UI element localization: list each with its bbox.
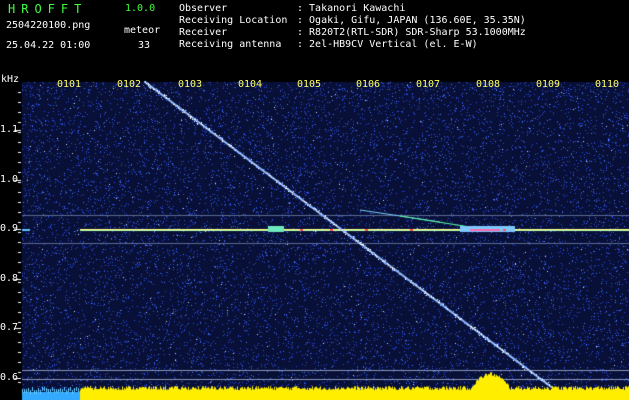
app-name: HROFFT (8, 2, 88, 16)
app-version: 1.0.0 (125, 3, 156, 14)
freq-tick-0-9: 0.9 (0, 223, 19, 234)
location-label: Receiving Location (179, 15, 288, 26)
location-value: : Ogaki, Gifu, JAPAN (136.60E, 35.35N) (297, 15, 526, 26)
receiver-value: : R820T2(RTL-SDR) SDR-Sharp 53.1000MHz (297, 27, 526, 38)
time-tick-0105: 0105 (297, 79, 322, 90)
capture-datetime: 25.04.22 01:00 (6, 40, 91, 51)
observer-value: : Takanori Kawachi (297, 3, 406, 14)
time-tick-0104: 0104 (238, 79, 263, 90)
time-tick-0108: 0108 (476, 79, 501, 90)
spectrogram-canvas (0, 0, 629, 400)
freq-tick-1-0: 1.0 (0, 174, 19, 185)
freq-tick-1-1: 1.1 (0, 124, 19, 135)
time-tick-0102: 0102 (117, 79, 142, 90)
antenna-label: Receiving antenna (179, 39, 282, 50)
time-tick-0110: 0110 (595, 79, 620, 90)
meteor-count-value: 33 (138, 40, 151, 51)
capture-filename: 2504220100.png (6, 20, 91, 31)
frequency-unit-label: kHz (1, 74, 20, 85)
meteor-count-label: meteor (124, 25, 161, 36)
receiver-label: Receiver (179, 27, 228, 38)
time-tick-0106: 0106 (356, 79, 381, 90)
freq-tick-0-6: 0.6 (0, 372, 19, 383)
time-tick-0103: 0103 (178, 79, 203, 90)
observer-label: Observer (179, 3, 228, 14)
time-tick-0107: 0107 (416, 79, 441, 90)
time-tick-0101: 0101 (57, 79, 82, 90)
antenna-value: : 2el-HB9CV Vertical (el. E-W) (297, 39, 478, 50)
hrofft-window: HROFFT 1.0.0 2504220100.png 25.04.22 01:… (0, 0, 629, 400)
freq-tick-0-8: 0.8 (0, 273, 19, 284)
freq-tick-0-7: 0.7 (0, 322, 19, 333)
time-tick-0109: 0109 (536, 79, 561, 90)
